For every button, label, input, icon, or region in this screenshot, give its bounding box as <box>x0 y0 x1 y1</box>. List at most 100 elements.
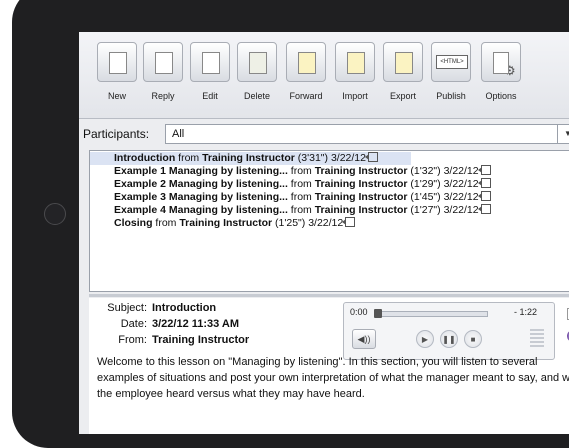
progress-handle[interactable] <box>374 309 383 318</box>
tablet-frame: New Reply Edit Delete Forward Import Export <HT… <box>0 0 569 448</box>
audio-attachment-icon[interactable] <box>477 165 491 175</box>
subject-row: Subject: Introduction <box>89 302 216 314</box>
message-author: Training Instructor <box>314 204 408 216</box>
import-button[interactable]: Import <box>331 42 379 112</box>
list-item[interactable]: Example 2 Managing by listening... from … <box>90 178 569 191</box>
subject-value: Introduction <box>152 302 217 314</box>
message-duration: (1'45") <box>410 191 441 203</box>
message-date: 3/22/12 <box>443 204 479 216</box>
new-button[interactable]: New <box>93 42 141 112</box>
from-value: Training Instructor <box>152 334 250 346</box>
date-value: 3/22/12 11:33 AM <box>152 318 240 330</box>
options-label: Options <box>485 91 517 101</box>
export-button[interactable]: Export <box>379 42 427 112</box>
delete-button[interactable]: Delete <box>233 42 281 112</box>
message-detail: Subject: Introduction Date: 3/22/12 11:33 … <box>89 298 569 434</box>
stop-icon: ■ <box>470 335 476 344</box>
play-icon: ▶ <box>421 335 429 344</box>
speaker-icon: ◀)) <box>357 334 371 344</box>
message-title: Example 2 Managing by listening... <box>114 178 288 190</box>
new-document-icon <box>97 42 137 82</box>
reply-label: Reply <box>151 91 175 101</box>
message-duration: (1'32") <box>410 165 441 177</box>
message-title: Example 3 Managing by listening... <box>114 191 288 203</box>
participants-select[interactable]: All ▼ <box>165 124 569 144</box>
date-row: Date: 3/22/12 11:33 AM <box>89 318 239 330</box>
date-label: Date: <box>120 318 147 330</box>
toolbar: New Reply Edit Delete Forward Import Export <HT… <box>79 32 569 119</box>
message-date: 3/22/12 <box>443 178 479 190</box>
participants-value: All <box>172 128 185 140</box>
reply-button[interactable]: Reply <box>139 42 187 112</box>
message-author: Training Instructor <box>314 191 408 203</box>
message-date: 3/22/12 <box>308 217 344 229</box>
list-item[interactable]: Closing from Training Instructor (1'25")… <box>90 217 569 230</box>
pause-icon: ❚❚ <box>442 335 456 344</box>
forward-icon <box>286 42 326 82</box>
elapsed-time: 0:00 <box>350 307 368 317</box>
forward-button[interactable]: Forward <box>282 42 330 112</box>
edit-pencil-icon <box>190 42 230 82</box>
message-list: Introduction from Training Instructor (3… <box>89 150 569 292</box>
message-author: Training Instructor <box>179 217 273 229</box>
audio-player: 0:00 - 1:22 ◀)) ▶ ❚❚ ■ <box>343 302 555 360</box>
html-icon: <HTML> <box>431 42 471 82</box>
reply-icon <box>143 42 183 82</box>
chevron-down-icon[interactable]: ▼ <box>557 125 569 143</box>
audio-attachment-icon[interactable] <box>477 204 491 214</box>
export-label: Export <box>389 91 416 101</box>
from-word: from <box>290 178 312 190</box>
pane-splitter[interactable] <box>89 294 569 297</box>
from-word: from <box>155 217 177 229</box>
message-title: Example 1 Managing by listening... <box>114 165 288 177</box>
remaining-time: - 1:22 <box>514 307 538 317</box>
forward-label: Forward <box>289 91 323 101</box>
import-label: Import <box>342 91 368 101</box>
publish-button[interactable]: <HTML> Publish <box>427 42 475 112</box>
message-date: 3/22/12 <box>330 152 366 164</box>
trash-icon <box>237 42 277 82</box>
edit-label: Edit <box>202 91 218 101</box>
message-author: Training Instructor <box>202 152 295 164</box>
participants-label: Participants: <box>83 127 150 141</box>
audio-attachment-icon[interactable] <box>477 178 491 188</box>
from-row: From: Training Instructor <box>89 334 249 346</box>
audio-attachment-icon[interactable] <box>365 152 378 162</box>
pause-button[interactable]: ❚❚ <box>440 330 458 348</box>
app-screen: New Reply Edit Delete Forward Import Export <HT… <box>79 32 569 434</box>
level-meter <box>530 329 544 349</box>
from-word: from <box>178 152 200 164</box>
from-word: from <box>290 204 312 216</box>
list-item[interactable]: Example 3 Managing by listening... from … <box>90 191 569 204</box>
list-item[interactable]: Introduction from Training Instructor (3… <box>90 152 411 165</box>
message-duration: (1'29") <box>410 178 441 190</box>
participants-filter: Participants: All ▼ <box>79 124 569 146</box>
message-author: Training Instructor <box>314 165 408 177</box>
message-title: Example 4 Managing by listening... <box>114 204 288 216</box>
stop-button[interactable]: ■ <box>464 330 482 348</box>
from-word: from <box>290 191 312 203</box>
message-date: 3/22/12 <box>443 191 479 203</box>
subject-label: Subject: <box>107 302 147 314</box>
gear-icon: ⚙ <box>481 42 521 82</box>
list-item[interactable]: Example 1 Managing by listening... from … <box>90 165 569 178</box>
message-duration: (1'27") <box>410 204 441 216</box>
edit-button[interactable]: Edit <box>186 42 234 112</box>
message-duration: (1'25") <box>275 217 306 229</box>
volume-button[interactable]: ◀)) <box>352 329 376 349</box>
message-duration: (3'31") <box>297 152 329 164</box>
import-icon <box>335 42 375 82</box>
export-icon <box>383 42 423 82</box>
message-title: Closing <box>114 217 153 229</box>
home-button[interactable] <box>44 203 66 225</box>
message-title: Introduction <box>114 152 176 164</box>
play-button[interactable]: ▶ <box>416 330 434 348</box>
progress-track[interactable] <box>374 309 488 318</box>
audio-attachment-icon[interactable] <box>342 217 356 227</box>
new-label: New <box>107 91 126 101</box>
options-button[interactable]: ⚙ Options <box>477 42 525 112</box>
audio-attachment-icon[interactable] <box>477 191 491 201</box>
message-author: Training Instructor <box>314 178 408 190</box>
list-item[interactable]: Example 4 Managing by listening... from … <box>90 204 569 217</box>
message-body: Welcome to this lesson on "Managing by l… <box>97 356 569 400</box>
